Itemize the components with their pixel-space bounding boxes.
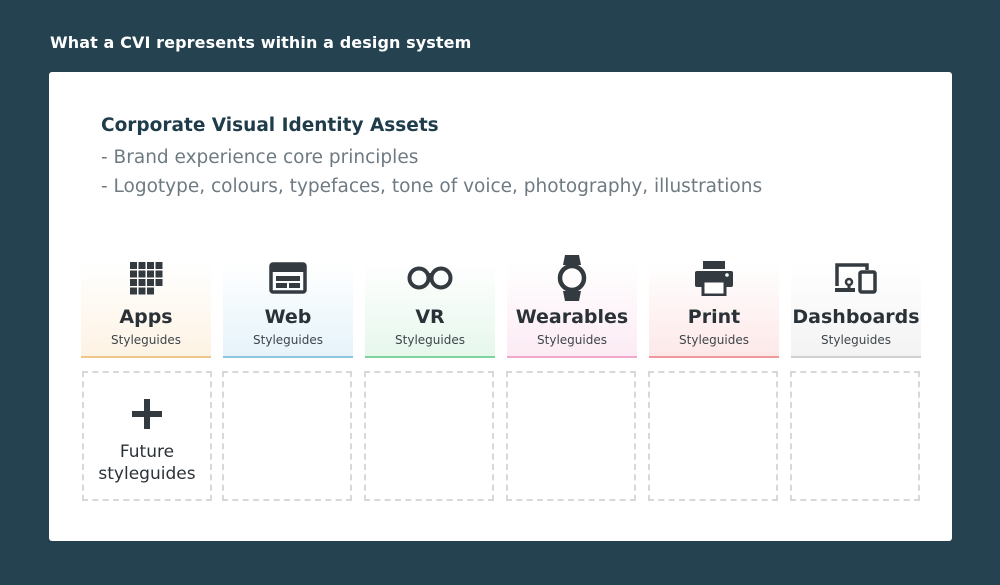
tile-label: Apps xyxy=(119,306,173,328)
future-styleguides-slot: Future styleguides xyxy=(82,371,212,501)
cvi-heading: Corporate Visual Identity Assets xyxy=(101,115,439,136)
tile-label: Web xyxy=(264,306,312,328)
future-line-1: Future xyxy=(119,442,175,462)
empty-slot xyxy=(790,371,920,501)
tile-sublabel: Styleguides xyxy=(253,333,323,347)
page-title: What a CVI represents within a design sy… xyxy=(50,33,472,52)
tile-print: Print Styleguides xyxy=(649,258,779,358)
empty-slot xyxy=(648,371,778,501)
tile-apps: Apps Styleguides xyxy=(81,258,211,358)
cvi-assets-line: - Logotype, colours, typefaces, tone of … xyxy=(101,176,763,197)
tile-web: Web Styleguides xyxy=(223,258,353,358)
plus-icon xyxy=(84,399,210,429)
grid-icon xyxy=(81,258,211,298)
future-line-2: styleguides xyxy=(98,464,196,484)
smartwatch-icon xyxy=(507,250,637,306)
browser-window-icon xyxy=(223,258,353,298)
empty-slot xyxy=(506,371,636,501)
tile-label: Wearables xyxy=(515,306,629,328)
cvi-principle-line: - Brand experience core principles xyxy=(101,147,419,168)
tile-dashboards: Dashboards Styleguides xyxy=(791,258,921,358)
tile-label: Print xyxy=(687,306,741,328)
future-styleguides-label: Future styleguides xyxy=(84,441,210,485)
tile-sublabel: Styleguides xyxy=(537,333,607,347)
printer-icon xyxy=(649,258,779,298)
tile-label: Dashboards xyxy=(792,306,920,328)
empty-slot xyxy=(222,371,352,501)
empty-slot xyxy=(364,371,494,501)
devices-icon xyxy=(791,258,921,298)
tile-sublabel: Styleguides xyxy=(821,333,891,347)
tile-vr: VR Styleguides xyxy=(365,258,495,358)
tile-sublabel: Styleguides xyxy=(395,333,465,347)
vr-headset-icon xyxy=(365,258,495,298)
tile-label: VR xyxy=(415,306,445,328)
cvi-card: Corporate Visual Identity Assets - Brand… xyxy=(49,72,952,541)
tile-wearables: Wearables Styleguides xyxy=(507,255,637,358)
tile-sublabel: Styleguides xyxy=(679,333,749,347)
tile-sublabel: Styleguides xyxy=(111,333,181,347)
